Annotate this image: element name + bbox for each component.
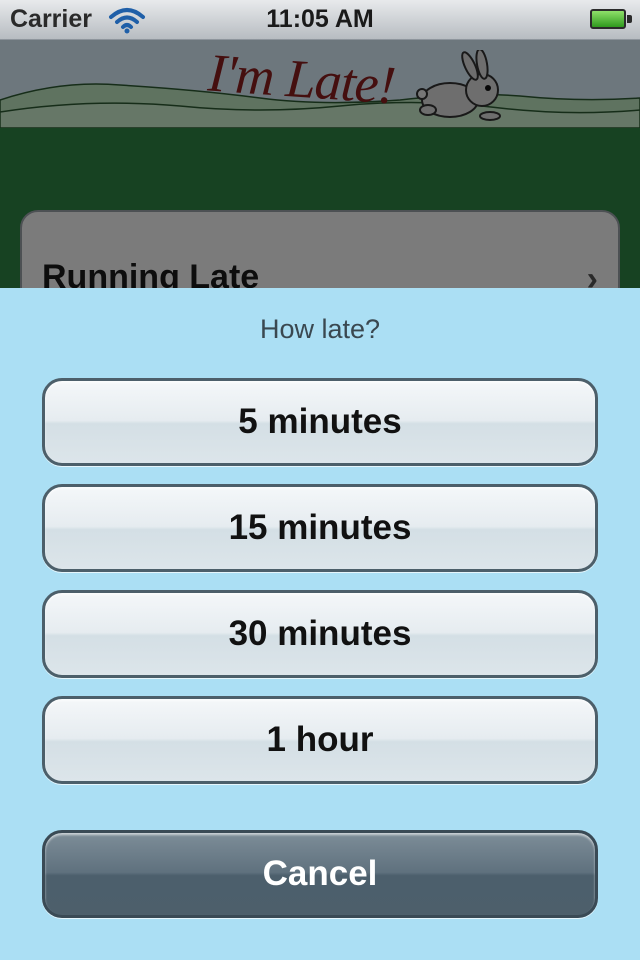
- cancel-button[interactable]: Cancel: [42, 830, 598, 918]
- action-sheet-title: How late?: [259, 314, 381, 344]
- option-1-hour-button[interactable]: 1 hour: [42, 696, 598, 784]
- option-15-minutes-button[interactable]: 15 minutes: [42, 484, 598, 572]
- battery-icon: [590, 9, 626, 29]
- dim-overlay: [0, 40, 640, 288]
- status-bar: Carrier 11:05 AM: [0, 0, 640, 40]
- clock: 11:05 AM: [266, 5, 374, 33]
- battery-tip: [627, 15, 632, 23]
- option-30-minutes-button[interactable]: 30 minutes: [42, 590, 598, 678]
- action-sheet: How late? 5 minutes 15 minutes 30 minute…: [0, 288, 640, 960]
- option-5-minutes-button[interactable]: 5 minutes: [42, 378, 598, 466]
